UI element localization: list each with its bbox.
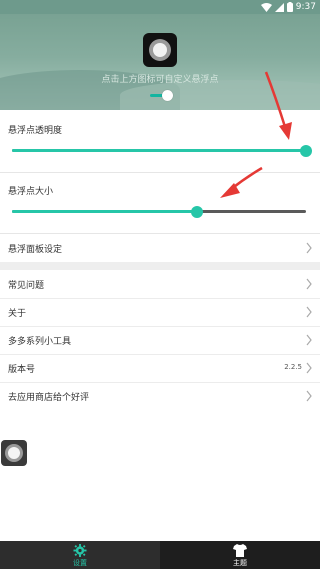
wifi-icon — [260, 2, 272, 12]
tab-theme-label: 主题 — [233, 559, 247, 567]
tab-settings[interactable]: 设置 — [0, 541, 160, 569]
chevron-right-icon — [306, 306, 312, 318]
status-time: 9:37 — [295, 2, 316, 12]
menu-item[interactable]: 关于 — [0, 298, 320, 326]
chevron-right-icon — [306, 362, 312, 374]
opacity-slider[interactable] — [12, 143, 312, 159]
size-section: 悬浮点大小 — [0, 173, 320, 233]
panel-settings-row[interactable]: 悬浮面板设定 — [0, 234, 320, 262]
size-label: 悬浮点大小 — [8, 187, 54, 197]
tab-theme[interactable]: 主题 — [160, 541, 320, 569]
signal-icon — [274, 2, 284, 12]
header-hint-text: 点击上方图标可自定义悬浮点 — [101, 75, 219, 85]
status-bar: 9:37 — [0, 0, 320, 14]
menu-item[interactable]: 多多系列小工具 — [0, 326, 320, 354]
gear-icon — [73, 544, 87, 557]
menu-item-label: 去应用商店给个好评 — [8, 393, 90, 403]
menu-item[interactable]: 版本号 2.2.5 — [0, 354, 320, 382]
battery-icon — [286, 2, 293, 12]
floating-ball-preview-icon[interactable] — [143, 33, 177, 67]
menu-item[interactable]: 常见问题 — [0, 270, 320, 298]
tshirt-icon — [233, 544, 247, 557]
chevron-right-icon — [306, 390, 312, 402]
chevron-right-icon — [306, 278, 312, 290]
chevron-right-icon — [306, 242, 312, 254]
size-slider[interactable] — [12, 204, 306, 220]
floating-ball[interactable] — [1, 440, 27, 466]
bottom-nav: 设置 主题 — [0, 541, 320, 569]
version-value: 2.2.5 — [284, 363, 302, 371]
header-banner: 点击上方图标可自定义悬浮点 — [0, 14, 320, 110]
menu-item-label: 版本号 — [8, 365, 36, 375]
menu-item-label: 关于 — [8, 309, 27, 319]
menu-item[interactable]: 去应用商店给个好评 — [0, 382, 320, 410]
opacity-slider-thumb[interactable] — [300, 145, 312, 157]
opacity-label: 悬浮点透明度 — [8, 126, 63, 136]
menu-item-label: 常见问题 — [8, 281, 45, 291]
menu-item-label: 多多系列小工具 — [8, 337, 72, 347]
tab-settings-label: 设置 — [73, 559, 87, 567]
floating-ball-toggle[interactable] — [150, 90, 174, 102]
opacity-section: 悬浮点透明度 — [0, 110, 320, 172]
section-gap — [0, 262, 320, 270]
size-slider-thumb[interactable] — [191, 206, 204, 218]
status-icons: 9:37 — [260, 1, 316, 13]
panel-settings-label: 悬浮面板设定 — [8, 245, 63, 255]
chevron-right-icon — [306, 334, 312, 346]
